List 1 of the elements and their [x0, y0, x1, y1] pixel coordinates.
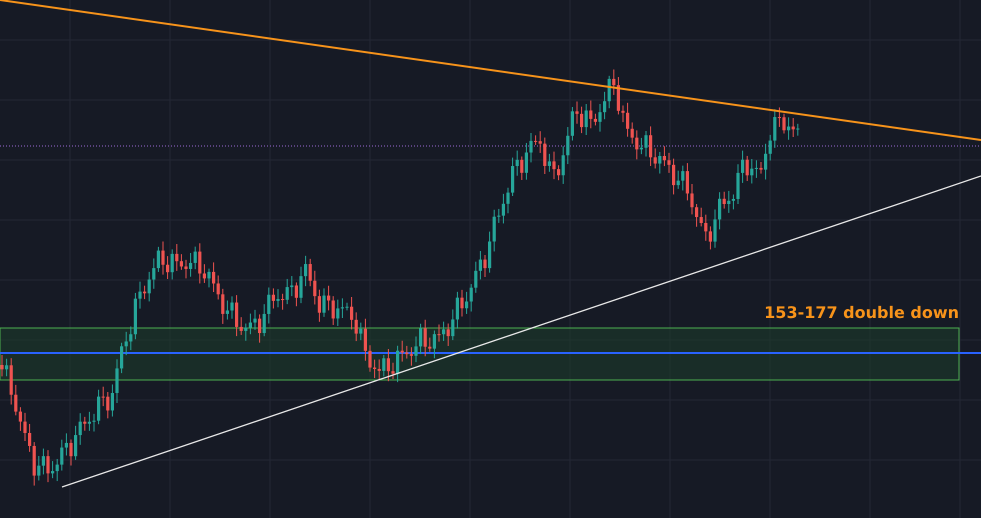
chart-annotation: 153-177 double down: [764, 302, 959, 324]
